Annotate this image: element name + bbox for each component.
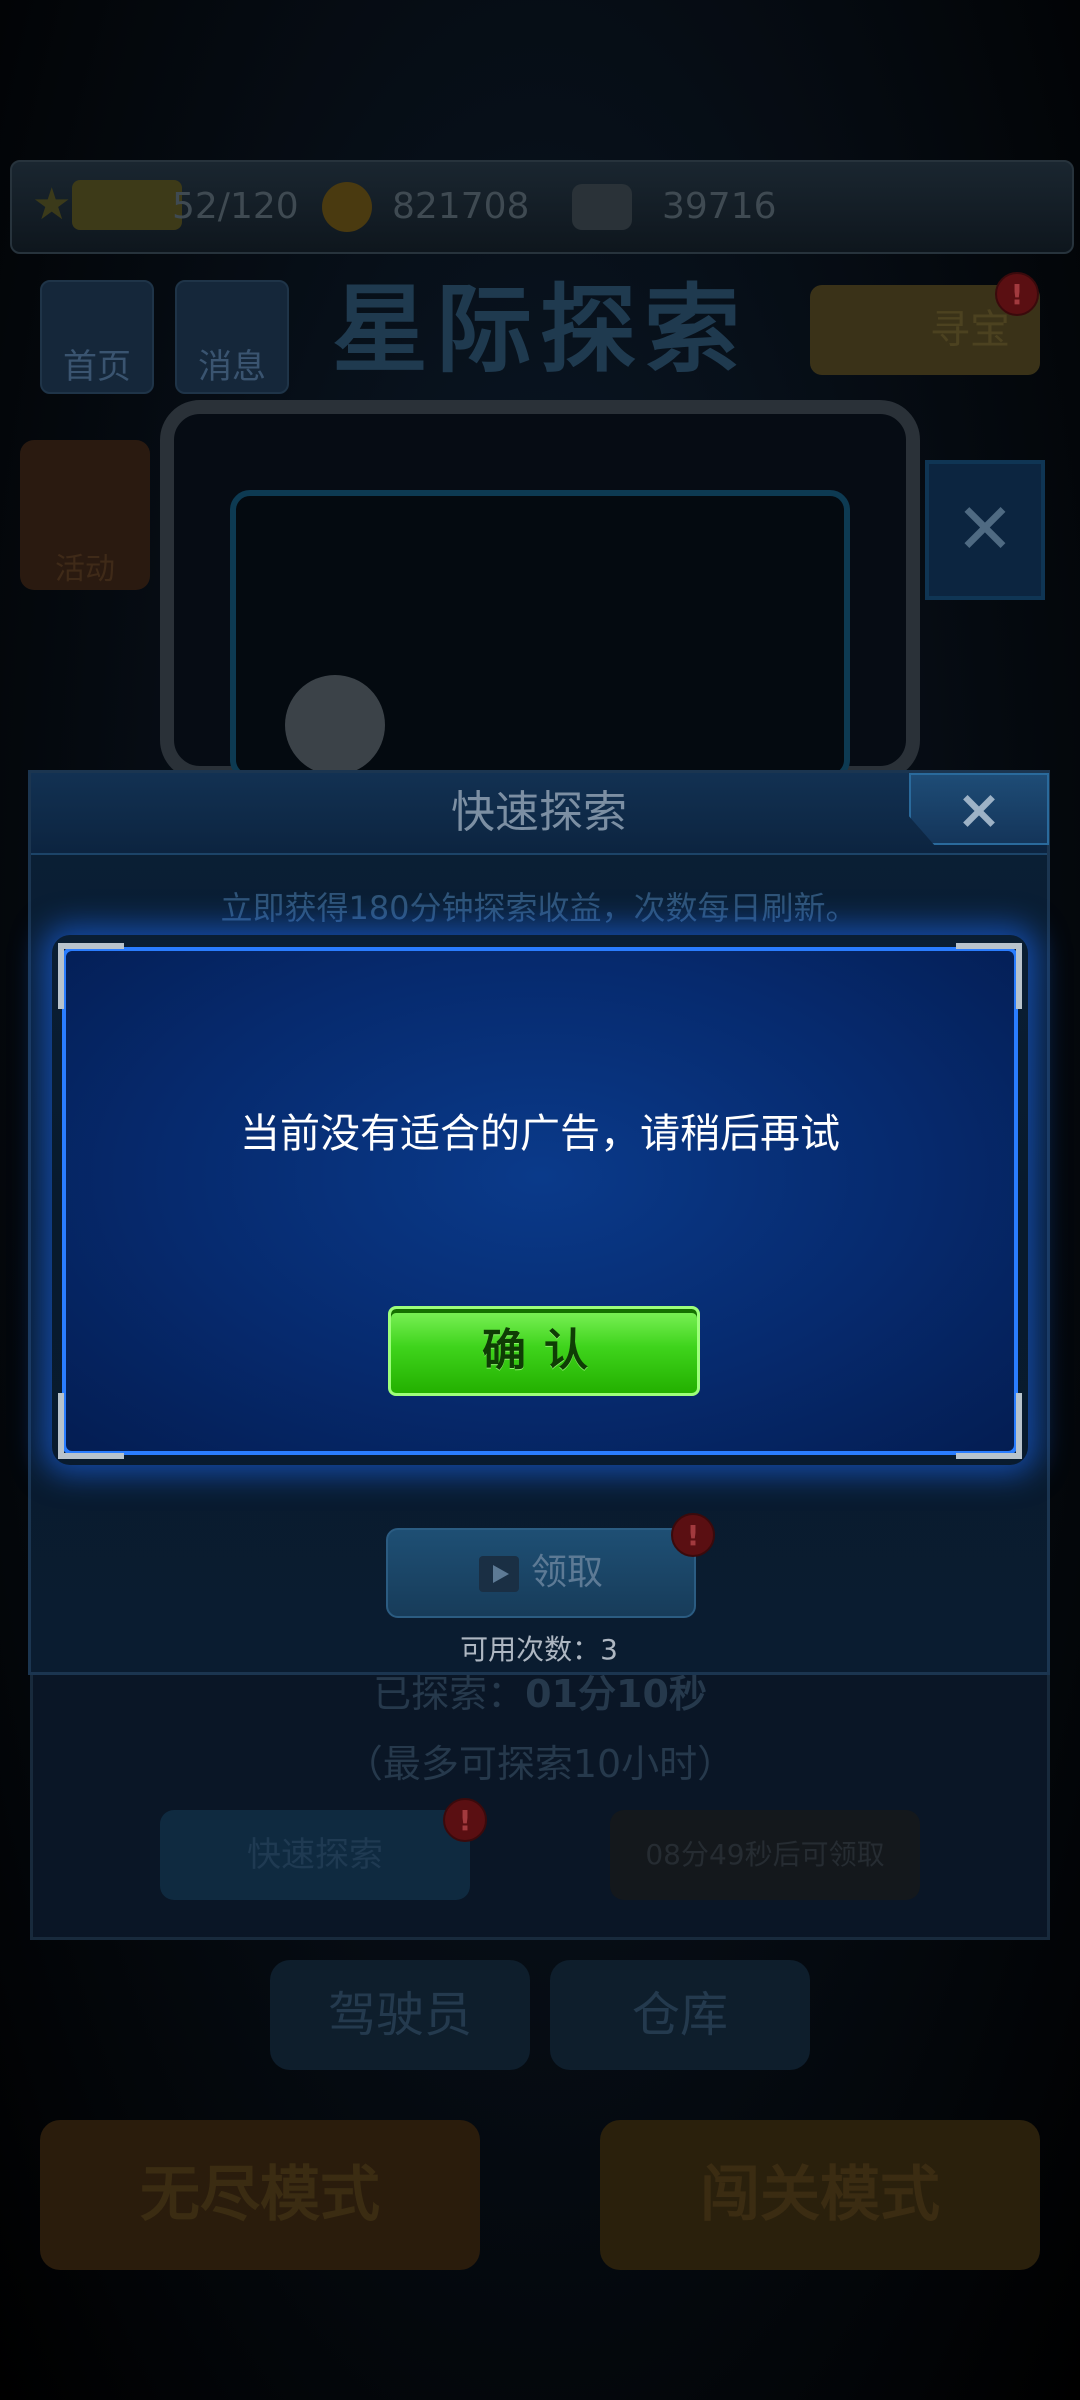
side-event-button[interactable]: 活动 xyxy=(20,440,150,590)
tab-pilot[interactable]: 驾驶员 xyxy=(270,1960,530,2070)
claim-button-label: 领取 xyxy=(530,1552,603,1593)
corner-ornament xyxy=(956,943,1022,1009)
nav-home-button[interactable]: 首页 xyxy=(40,280,154,394)
explored-time-label: 已探索： xyxy=(373,1672,526,1716)
quick-explore-badge: ! xyxy=(443,1798,487,1842)
gem-icon xyxy=(572,184,632,230)
dialog-message: 当前没有适合的广告，请稍后再试 xyxy=(240,1111,840,1157)
level-pill xyxy=(72,180,182,230)
panel-description: 立即获得180分钟探索收益，次数每日刷新。 xyxy=(220,889,858,927)
explored-time-value: 01分10秒 xyxy=(525,1672,707,1716)
claim-timer-button[interactable]: 08分49秒后可领取 xyxy=(610,1810,920,1900)
corner-ornament xyxy=(956,1393,1022,1459)
available-count: 可用次数：3 xyxy=(460,1633,618,1666)
planet-image xyxy=(285,675,385,775)
stamina-value: 52/120 xyxy=(172,186,299,227)
explore-max-note: （最多可探索10小时） xyxy=(344,1742,736,1786)
resource-bar: ★ 52/120 821708 39716 xyxy=(10,160,1074,254)
star-icon: ★ xyxy=(32,179,72,230)
gem-value: 39716 xyxy=(662,186,777,227)
panel-title: 快速探索 xyxy=(451,787,627,838)
corner-ornament xyxy=(58,943,124,1009)
claim-badge: ! xyxy=(671,1513,715,1557)
confirm-button[interactable]: 确认 xyxy=(388,1306,700,1396)
corner-ornament xyxy=(58,1393,124,1459)
no-ad-dialog: 当前没有适合的广告，请稍后再试 确认 xyxy=(58,943,1022,1459)
claim-button[interactable]: 领取 xyxy=(386,1528,696,1618)
stage-mode-button[interactable]: 闯关模式 xyxy=(600,2120,1040,2270)
treasure-badge: ! xyxy=(995,272,1039,316)
coin-value: 821708 xyxy=(392,186,530,227)
frame-close-icon[interactable]: ✕ xyxy=(925,460,1045,600)
endless-mode-button[interactable]: 无尽模式 xyxy=(40,2120,480,2270)
coin-icon xyxy=(322,182,372,232)
nav-message-button[interactable]: 消息 xyxy=(175,280,289,394)
tab-warehouse[interactable]: 仓库 xyxy=(550,1960,810,2070)
game-title: 星际探索 xyxy=(332,274,748,386)
close-icon[interactable]: × xyxy=(909,773,1049,845)
video-play-icon xyxy=(478,1556,519,1592)
quick-explore-button[interactable]: 快速探索 xyxy=(160,1810,470,1900)
